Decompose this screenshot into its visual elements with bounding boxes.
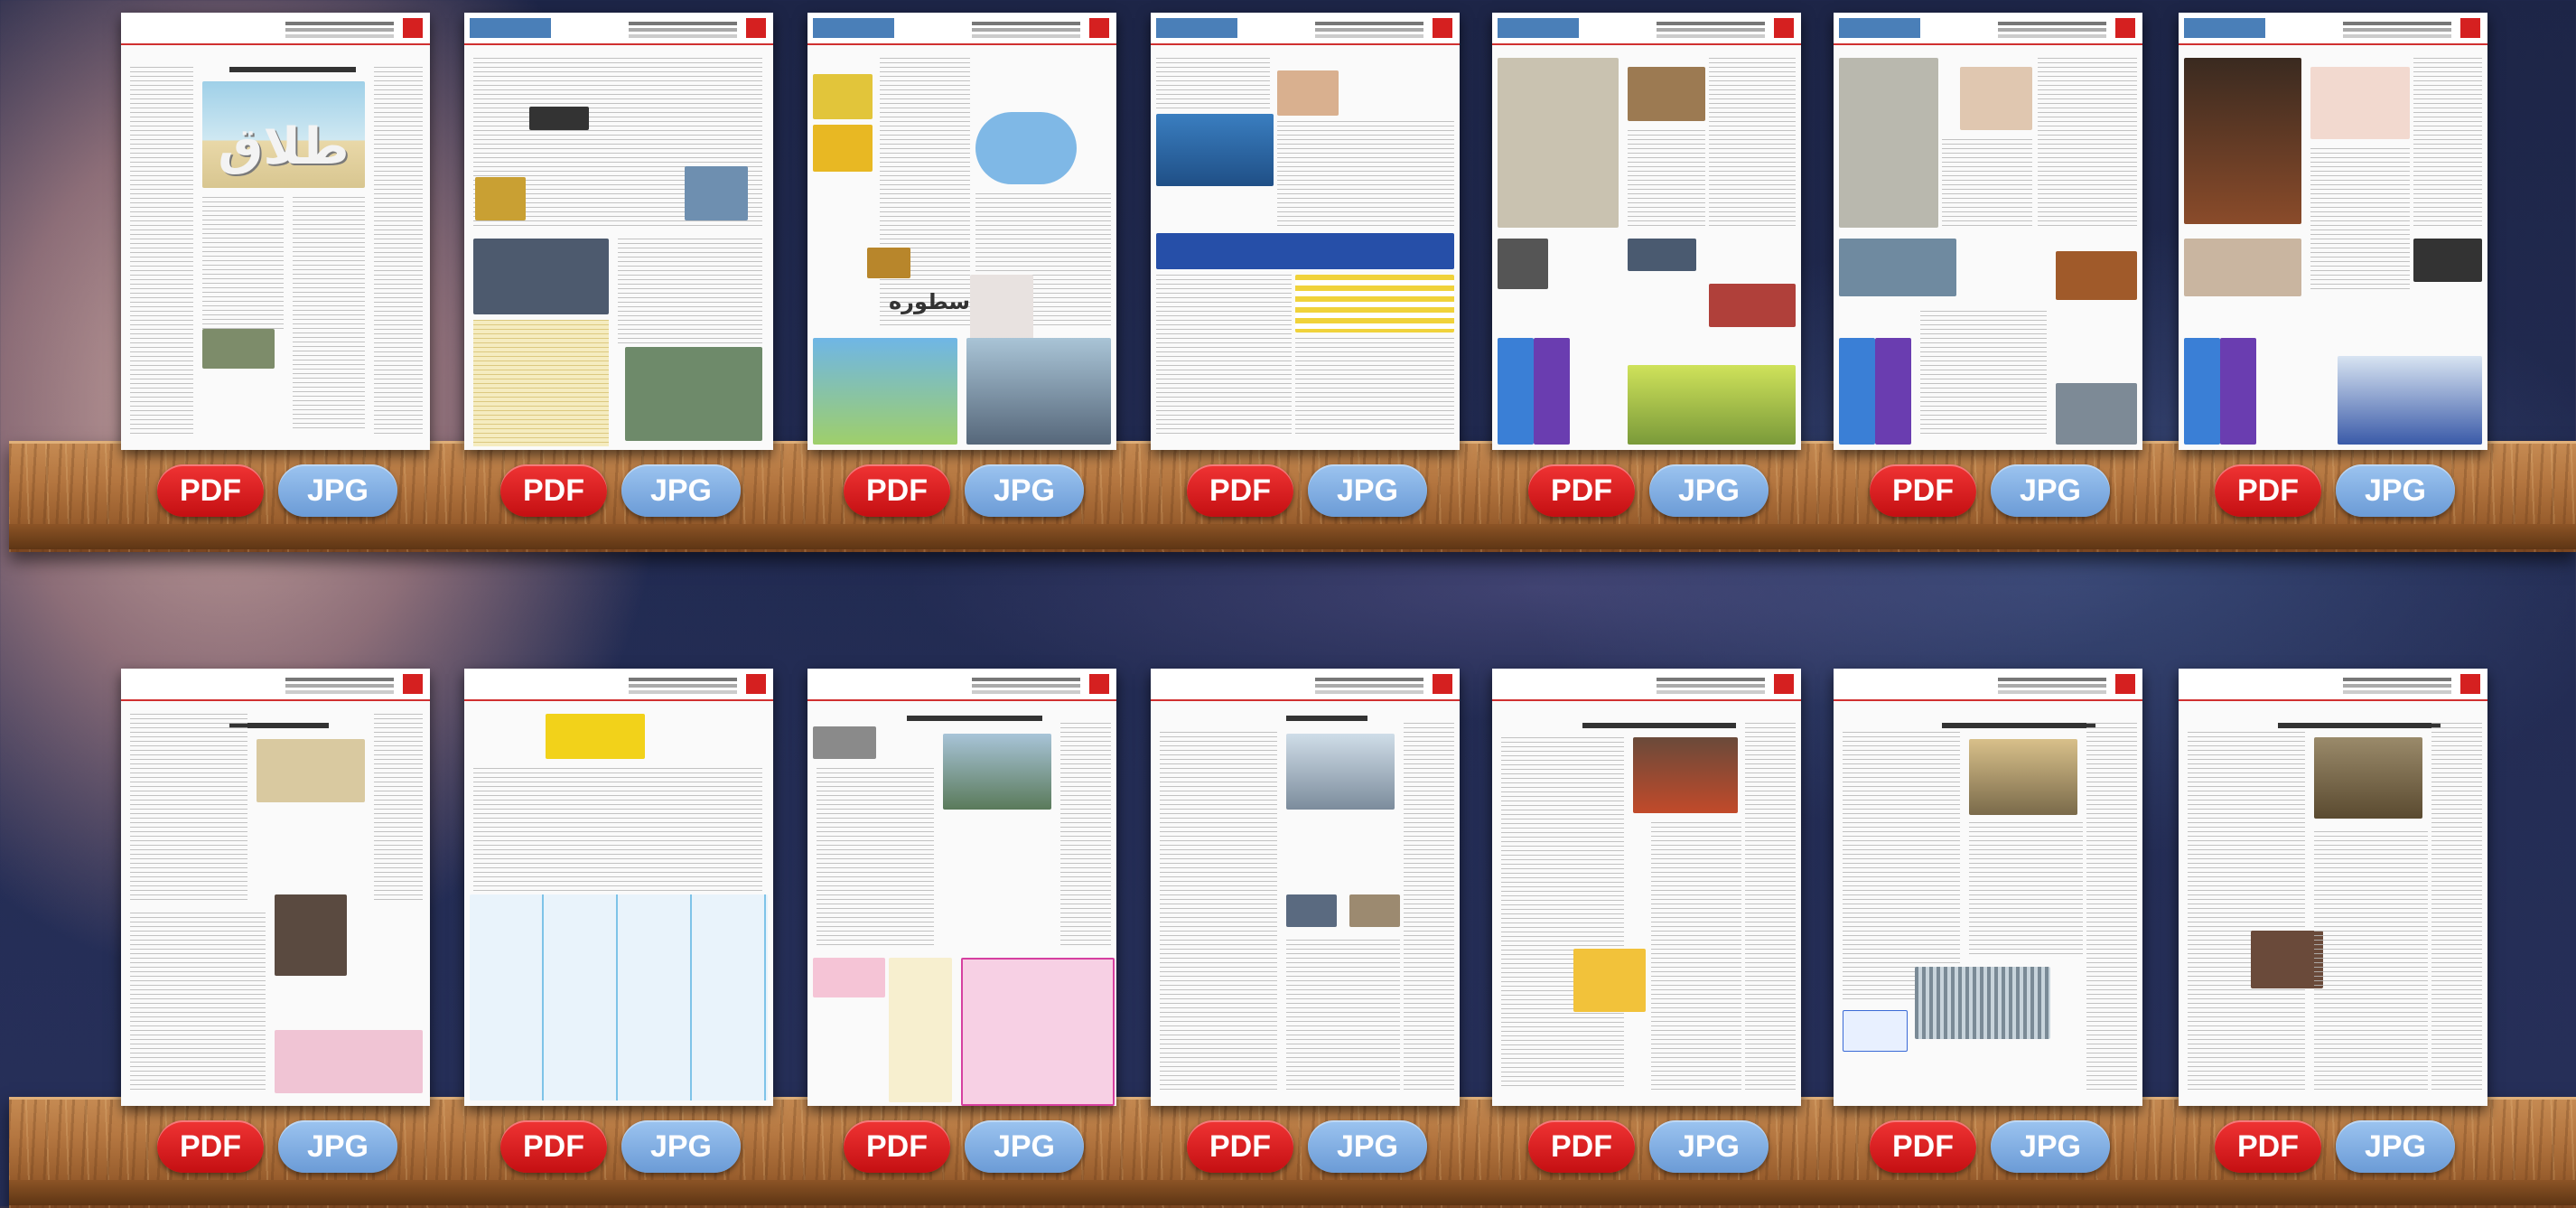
pdf-download-button[interactable]: PDF xyxy=(844,464,950,517)
masthead xyxy=(807,13,1116,45)
masthead xyxy=(464,13,773,45)
illustration-image: طلاق xyxy=(202,81,365,188)
masthead xyxy=(1492,13,1801,45)
newspaper-page-12[interactable] xyxy=(1492,669,1801,1106)
pdf-download-button[interactable]: PDF xyxy=(1187,1120,1293,1173)
masthead xyxy=(1834,669,2142,701)
pdf-download-button[interactable]: PDF xyxy=(1528,464,1635,517)
shelf-edge xyxy=(9,1180,2576,1205)
newspaper-page-3[interactable]: اسطوره xyxy=(807,13,1116,450)
cover-word: طلاق xyxy=(218,117,350,176)
jpg-download-button[interactable]: JPG xyxy=(621,1120,741,1173)
pdf-download-button[interactable]: PDF xyxy=(500,464,607,517)
newspaper-page-2[interactable] xyxy=(464,13,773,450)
logo-icon xyxy=(1089,18,1109,38)
masthead xyxy=(807,669,1116,701)
logo-icon xyxy=(1089,674,1109,694)
cover-word: اسطوره xyxy=(889,289,978,314)
masthead xyxy=(2179,669,2487,701)
shelf-edge xyxy=(9,524,2576,549)
pdf-download-button[interactable]: PDF xyxy=(1870,1120,1976,1173)
masthead xyxy=(1151,13,1460,45)
logo-icon xyxy=(746,18,766,38)
pdf-download-button[interactable]: PDF xyxy=(157,464,264,517)
newspaper-page-11[interactable] xyxy=(1151,669,1460,1106)
newspaper-page-6[interactable] xyxy=(1834,13,2142,450)
logo-icon xyxy=(2115,674,2135,694)
logo-icon xyxy=(2115,18,2135,38)
jpg-download-button[interactable]: JPG xyxy=(278,1120,397,1173)
jpg-download-button[interactable]: JPG xyxy=(1649,1120,1769,1173)
newspaper-page-14[interactable] xyxy=(2179,669,2487,1106)
newspaper-page-10[interactable] xyxy=(807,669,1116,1106)
newspaper-page-13[interactable] xyxy=(1834,669,2142,1106)
masthead xyxy=(2179,13,2487,45)
announcement-banner xyxy=(1156,233,1454,269)
masthead xyxy=(1151,669,1460,701)
pdf-download-button[interactable]: PDF xyxy=(2215,1120,2321,1173)
pdf-download-button[interactable]: PDF xyxy=(2215,464,2321,517)
newspaper-page-1[interactable]: طلاق xyxy=(121,13,430,450)
logo-icon xyxy=(403,674,423,694)
masthead xyxy=(121,669,430,701)
pdf-download-button[interactable]: PDF xyxy=(157,1120,264,1173)
logo-icon xyxy=(746,674,766,694)
logo-icon xyxy=(403,18,423,38)
jpg-download-button[interactable]: JPG xyxy=(278,464,397,517)
jpg-download-button[interactable]: JPG xyxy=(1308,464,1427,517)
jpg-download-button[interactable]: JPG xyxy=(2336,464,2455,517)
logo-icon xyxy=(1433,18,1452,38)
newspaper-page-5[interactable] xyxy=(1492,13,1801,450)
jpg-download-button[interactable]: JPG xyxy=(1308,1120,1427,1173)
logo-icon xyxy=(2460,18,2480,38)
newspaper-page-9[interactable] xyxy=(464,669,773,1106)
masthead xyxy=(1834,13,2142,45)
jpg-download-button[interactable]: JPG xyxy=(1991,1120,2110,1173)
pdf-download-button[interactable]: PDF xyxy=(500,1120,607,1173)
jpg-download-button[interactable]: JPG xyxy=(965,464,1084,517)
newspaper-page-8[interactable] xyxy=(121,669,430,1106)
pdf-download-button[interactable]: PDF xyxy=(1528,1120,1635,1173)
newspaper-page-7[interactable] xyxy=(2179,13,2487,450)
masthead xyxy=(1492,669,1801,701)
logo-icon xyxy=(2460,674,2480,694)
masthead xyxy=(464,669,773,701)
newspaper-page-4[interactable] xyxy=(1151,13,1460,450)
logo-icon xyxy=(1433,674,1452,694)
logo-icon xyxy=(1774,18,1794,38)
jpg-download-button[interactable]: JPG xyxy=(1991,464,2110,517)
jpg-download-button[interactable]: JPG xyxy=(621,464,741,517)
jpg-download-button[interactable]: JPG xyxy=(965,1120,1084,1173)
masthead xyxy=(121,13,430,45)
pdf-download-button[interactable]: PDF xyxy=(844,1120,950,1173)
logo-icon xyxy=(1774,674,1794,694)
jpg-download-button[interactable]: JPG xyxy=(2336,1120,2455,1173)
pdf-download-button[interactable]: PDF xyxy=(1187,464,1293,517)
jpg-download-button[interactable]: JPG xyxy=(1649,464,1769,517)
pdf-download-button[interactable]: PDF xyxy=(1870,464,1976,517)
